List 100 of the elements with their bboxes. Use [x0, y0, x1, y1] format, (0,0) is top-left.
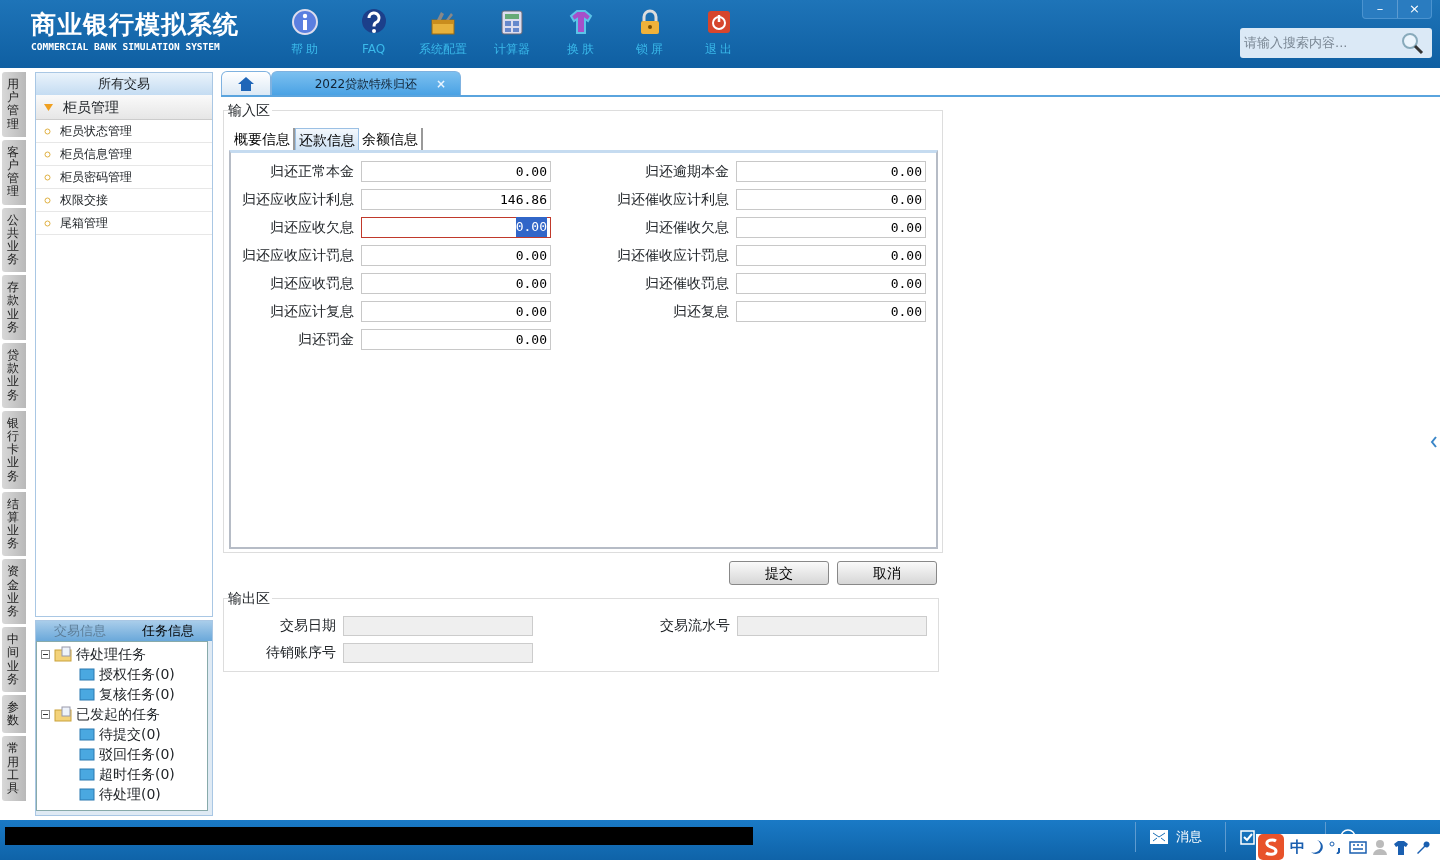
- input-field[interactable]: 146.86: [361, 188, 551, 210]
- menu-item[interactable]: 柜员状态管理: [36, 120, 212, 143]
- tree-item[interactable]: 超时任务(0): [99, 763, 175, 785]
- field-label: 归还逾期本金: [644, 161, 729, 181]
- bullet-icon: [44, 150, 51, 158]
- form-button[interactable]: 提交: [729, 561, 829, 585]
- tree-item[interactable]: 待提交(0): [99, 723, 161, 745]
- field-label: 待销账序号: [265, 643, 336, 662]
- field-label: 归还催收罚息: [644, 273, 729, 293]
- field-label: 归还应收罚息: [269, 273, 354, 293]
- home-icon: [237, 75, 255, 92]
- home-tab[interactable]: [221, 71, 271, 95]
- side-tab[interactable]: 客户管理: [2, 139, 26, 205]
- search-icon[interactable]: [1400, 31, 1424, 55]
- bullet-icon: [44, 196, 51, 204]
- folder-icon: [79, 747, 95, 761]
- input-field[interactable]: 0.00: [361, 216, 551, 238]
- search-field[interactable]: 请输入搜索内容...: [1240, 28, 1432, 58]
- field-label: 归还应计复息: [269, 301, 354, 321]
- input-field[interactable]: 0.00: [361, 272, 551, 294]
- input-field[interactable]: 0.00: [361, 328, 551, 350]
- field-label: 归还罚金: [297, 329, 354, 349]
- side-tab[interactable]: 参数: [2, 694, 26, 734]
- folder-icon: [79, 687, 95, 701]
- collapse-box-icon[interactable]: [41, 649, 50, 659]
- field-label: 交易流水号: [659, 616, 730, 635]
- form-tab[interactable]: 余额信息: [359, 128, 423, 150]
- folder-icon: [54, 646, 72, 662]
- item-label: 柜员信息管理: [60, 146, 132, 163]
- section-title: 输入区: [228, 101, 272, 119]
- side-tab[interactable]: 中间业务: [2, 627, 26, 692]
- input-field[interactable]: 0.00: [736, 160, 926, 182]
- side-tab[interactable]: 结算业务: [2, 491, 26, 557]
- input-field[interactable]: 0.00: [361, 244, 551, 266]
- tree-item[interactable]: 已发起的任务: [76, 703, 160, 725]
- side-tab[interactable]: 公共业务: [2, 207, 26, 273]
- mail-icon: [1150, 830, 1168, 844]
- close-button[interactable]: ×: [1397, 0, 1431, 18]
- side-tab[interactable]: 用户管理: [2, 72, 26, 137]
- keyboard-icon[interactable]: [1349, 840, 1367, 854]
- section-title: 输出区: [228, 589, 272, 607]
- wrench-icon[interactable]: [1415, 839, 1430, 855]
- tree-item[interactable]: 待处理(0): [99, 783, 161, 805]
- minimize-button[interactable]: –: [1363, 0, 1397, 18]
- field-label: 归还催收应计罚息: [616, 245, 729, 265]
- input-field[interactable]: 0.00: [736, 272, 926, 294]
- form-button[interactable]: 取消: [837, 561, 937, 585]
- menu-item[interactable]: 尾箱管理: [36, 212, 212, 235]
- form-tab[interactable]: 还款信息: [295, 128, 359, 150]
- input-field[interactable]: 0.00: [736, 300, 926, 322]
- side-tab[interactable]: 常用工具: [2, 736, 26, 802]
- folder-icon: [79, 727, 95, 741]
- help-icon: [359, 8, 388, 36]
- field-label: 归还正常本金: [269, 161, 354, 181]
- search-input[interactable]: 请输入搜索内容...: [1240, 32, 1400, 54]
- app-title: 商业银行模拟系统: [31, 10, 240, 40]
- input-field[interactable]: 0.00: [361, 300, 551, 322]
- info-icon: [290, 8, 319, 36]
- field-label: 归还复息: [672, 301, 729, 321]
- app-subtitle: COMMERCIAL BANK SIMULATION SYSTEM: [31, 40, 221, 54]
- field-label: 归还催收应计利息: [616, 189, 729, 209]
- side-tab[interactable]: 银行卡业务: [2, 410, 26, 489]
- group-label: 柜员管理: [63, 97, 119, 117]
- tree-item[interactable]: 驳回任务(0): [99, 743, 175, 765]
- item-label: 柜员密码管理: [60, 169, 132, 186]
- collapse-box-icon[interactable]: [41, 709, 50, 719]
- menu-group[interactable]: 柜员管理: [36, 95, 212, 120]
- menu-item[interactable]: 权限交接: [36, 189, 212, 212]
- folder-icon: [79, 787, 95, 801]
- moon-icon[interactable]: [1311, 840, 1323, 854]
- menu-item[interactable]: 柜员信息管理: [36, 143, 212, 166]
- panel-title: 所有交易: [36, 73, 212, 95]
- bullet-icon: [44, 219, 51, 227]
- input-field[interactable]: 0.00: [736, 244, 926, 266]
- input-method-logo-icon[interactable]: [1258, 834, 1284, 860]
- field-label: 归还应收应计罚息: [241, 245, 354, 265]
- menu-item[interactable]: 柜员密码管理: [36, 166, 212, 189]
- side-tab[interactable]: 资金业务: [2, 559, 26, 625]
- item-label: 权限交接: [60, 192, 108, 209]
- tree-item[interactable]: 复核任务(0): [99, 683, 175, 705]
- tree-item[interactable]: 待处理任务: [76, 643, 146, 665]
- field-label: 交易日期: [279, 616, 336, 635]
- punctuation-icon[interactable]: [1329, 840, 1343, 854]
- tree-item[interactable]: 授权任务(0): [99, 663, 175, 685]
- collapse-handle-icon[interactable]: [1430, 435, 1438, 449]
- side-tab[interactable]: 贷款业务: [2, 343, 26, 408]
- input-field[interactable]: 0.00: [361, 160, 551, 182]
- field-label: 归还应收应计利息: [241, 189, 354, 209]
- folder-icon: [79, 767, 95, 781]
- bullet-icon: [44, 173, 51, 181]
- field-label: 归还应收欠息: [269, 217, 354, 237]
- document-tab[interactable]: 2022贷款特殊归还 ×: [271, 71, 461, 95]
- panel-tab[interactable]: 任务信息: [124, 621, 212, 641]
- folder-icon: [79, 667, 95, 681]
- input-field[interactable]: 0.00: [736, 216, 926, 238]
- input-mode-label[interactable]: 中: [1290, 835, 1305, 859]
- shirt-icon[interactable]: [1393, 839, 1409, 855]
- status-label[interactable]: 消息: [1176, 827, 1202, 847]
- side-tab[interactable]: 存款业务: [2, 275, 26, 340]
- input-field[interactable]: 0.00: [736, 188, 926, 210]
